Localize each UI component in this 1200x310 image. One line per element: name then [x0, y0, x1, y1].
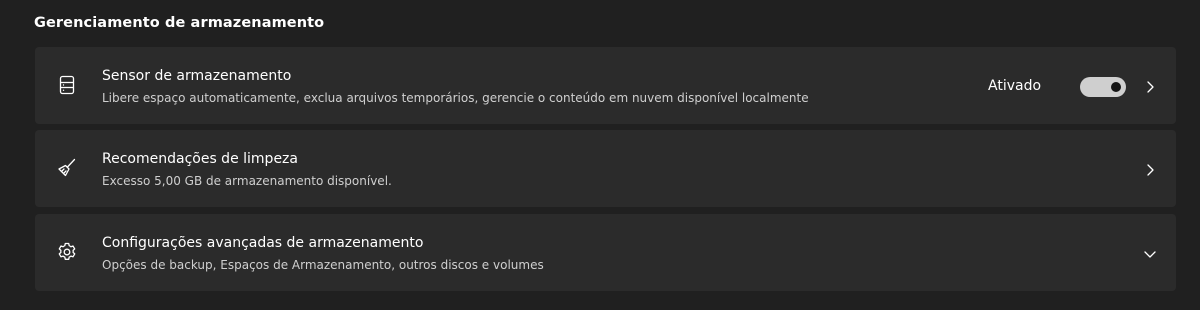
advanced-storage-settings-card[interactable]: Configurações avançadas de armazenamento… [35, 214, 1176, 291]
chevron-down-icon[interactable] [1140, 244, 1160, 264]
card-description: Libere espaço automaticamente, exclua ar… [102, 91, 809, 105]
card-title: Configurações avançadas de armazenamento [102, 235, 424, 251]
toggle-knob [1111, 82, 1121, 92]
gear-icon [55, 240, 79, 264]
broom-icon [55, 156, 79, 180]
chevron-right-icon[interactable] [1140, 160, 1160, 180]
storage-sense-status: Ativado [988, 78, 1042, 94]
chevron-right-icon[interactable] [1140, 77, 1160, 97]
card-description: Opções de backup, Espaços de Armazenamen… [102, 258, 544, 272]
card-description: Excesso 5,00 GB de armazenamento disponí… [102, 174, 392, 188]
section-title: Gerenciamento de armazenamento [34, 15, 325, 31]
storage-drive-icon [55, 73, 79, 97]
card-title: Recomendações de limpeza [102, 151, 298, 167]
card-title: Sensor de armazenamento [102, 68, 292, 84]
storage-sense-card[interactable]: Sensor de armazenamento Libere espaço au… [35, 47, 1176, 124]
cleanup-recommendations-card[interactable]: Recomendações de limpeza Excesso 5,00 GB… [35, 130, 1176, 207]
storage-sense-toggle[interactable] [1080, 77, 1126, 97]
